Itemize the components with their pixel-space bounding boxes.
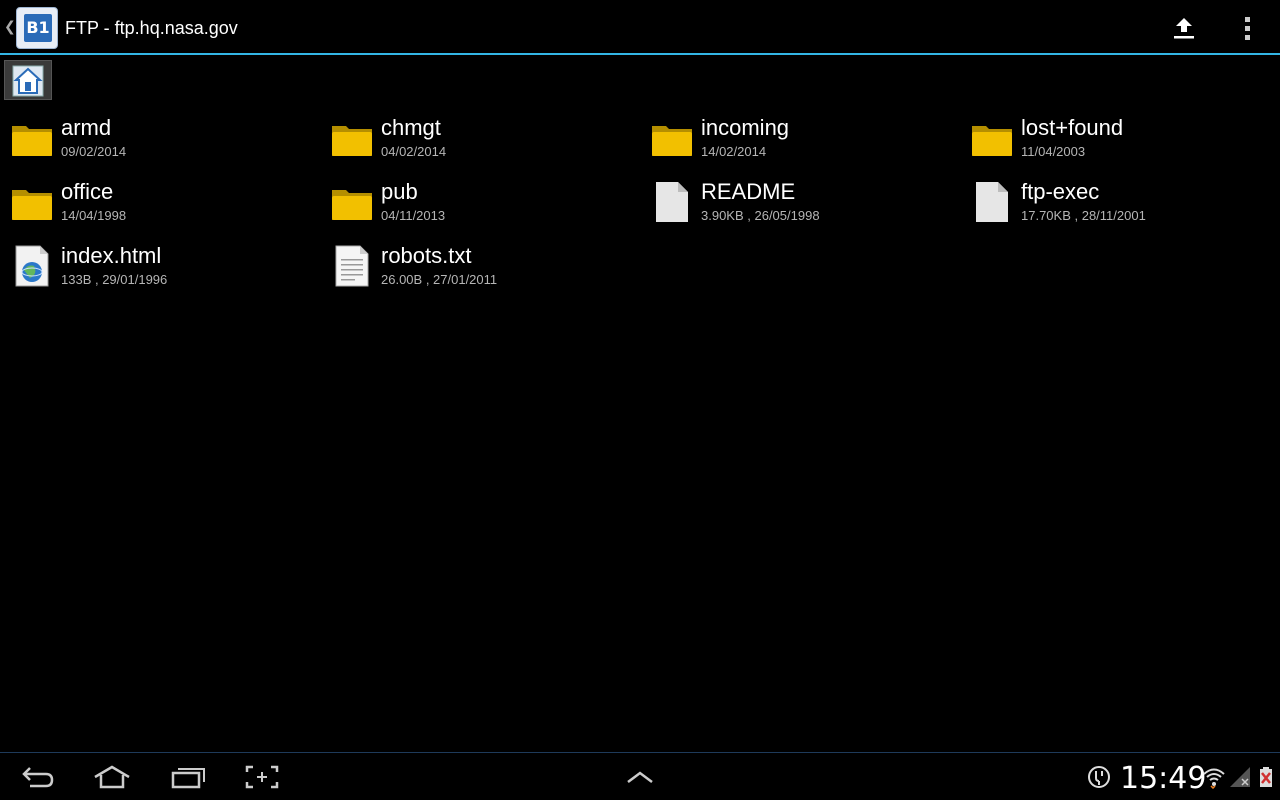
file-name: README <box>701 179 796 204</box>
wifi-icon[interactable] <box>1202 765 1226 789</box>
folder-icon <box>12 126 52 156</box>
file-meta: 133B , 29/01/1996 <box>61 272 168 287</box>
action-bar: ❮ B1 FTP - ftp.hq.nasa.gov <box>0 0 1280 55</box>
file-icon <box>976 182 1008 222</box>
folder-item[interactable]: office 14/04/1998 <box>0 172 300 232</box>
file-name: ftp-exec <box>1021 179 1100 204</box>
file-meta: 04/11/2013 <box>381 208 446 223</box>
file-item[interactable]: README 3.90KB , 26/05/1998 <box>640 172 940 232</box>
battery-icon[interactable] <box>1254 765 1278 789</box>
file-name: incoming <box>701 115 790 140</box>
app-drawer-button[interactable] <box>618 761 662 793</box>
folder-item[interactable]: incoming 14/02/2014 <box>640 108 940 168</box>
screenshot-icon <box>245 765 279 789</box>
file-name: armd <box>61 115 112 140</box>
folder-icon <box>12 190 52 220</box>
file-name: index.html <box>61 243 162 268</box>
system-nav-bar: 15:49 <box>0 752 1280 800</box>
home-button[interactable] <box>90 761 134 793</box>
clock[interactable]: 15:49 <box>1120 761 1206 796</box>
app-icon[interactable]: B1 <box>16 7 58 49</box>
folder-icon <box>652 126 692 156</box>
file-meta: 17.70KB , 28/11/2001 <box>1021 208 1146 223</box>
folder-item[interactable]: chmgt 04/02/2014 <box>320 108 620 168</box>
file-meta: 04/02/2014 <box>381 144 447 159</box>
file-item[interactable]: robots.txt 26.00B , 27/01/2011 <box>320 236 620 296</box>
up-caret-icon[interactable]: ❮ <box>4 18 16 35</box>
file-name: pub <box>381 179 418 204</box>
text-file-icon <box>335 245 369 287</box>
folder-item[interactable]: pub 04/11/2013 <box>320 172 620 232</box>
app-icon-label: B1 <box>24 14 52 42</box>
file-icon <box>656 182 688 222</box>
file-meta: 09/02/2014 <box>61 144 127 159</box>
folder-icon <box>972 126 1012 156</box>
home-nav-icon <box>94 765 130 789</box>
folder-icon <box>332 190 372 220</box>
overflow-menu-button[interactable] <box>1228 10 1268 46</box>
file-meta: 11/04/2003 <box>1021 144 1086 159</box>
app-title: FTP - ftp.hq.nasa.gov <box>65 18 238 38</box>
file-item[interactable]: index.html 133B , 29/01/1996 <box>0 236 300 296</box>
overflow-dots-icon <box>1245 17 1250 40</box>
file-meta: 3.90KB , 26/05/1998 <box>701 208 820 223</box>
upload-button[interactable] <box>1164 10 1204 46</box>
usb-debug-icon[interactable] <box>1087 765 1111 789</box>
html-file-icon <box>15 245 49 287</box>
upload-icon <box>1174 18 1194 39</box>
file-name: lost+found <box>1021 115 1124 140</box>
folder-icon <box>332 126 372 156</box>
file-meta: 14/04/1998 <box>61 208 127 223</box>
breadcrumb-home-button[interactable] <box>4 60 52 100</box>
file-meta: 14/02/2014 <box>701 144 767 159</box>
recent-apps-icon <box>171 768 205 789</box>
screenshot-button[interactable] <box>240 761 284 793</box>
folder-item[interactable]: lost+found 11/04/2003 <box>960 108 1260 168</box>
recent-apps-button[interactable] <box>166 761 210 793</box>
file-item[interactable]: ftp-exec 17.70KB , 28/11/2001 <box>960 172 1260 232</box>
back-button[interactable] <box>16 761 60 793</box>
file-name: chmgt <box>381 115 441 140</box>
chevron-up-icon <box>627 771 653 783</box>
file-name: robots.txt <box>381 243 472 268</box>
home-icon <box>12 65 44 97</box>
file-name: office <box>61 179 114 204</box>
back-icon <box>22 767 54 788</box>
folder-item[interactable]: armd 09/02/2014 <box>0 108 300 168</box>
signal-icon[interactable] <box>1228 765 1252 789</box>
file-meta: 26.00B , 27/01/2011 <box>381 272 498 287</box>
